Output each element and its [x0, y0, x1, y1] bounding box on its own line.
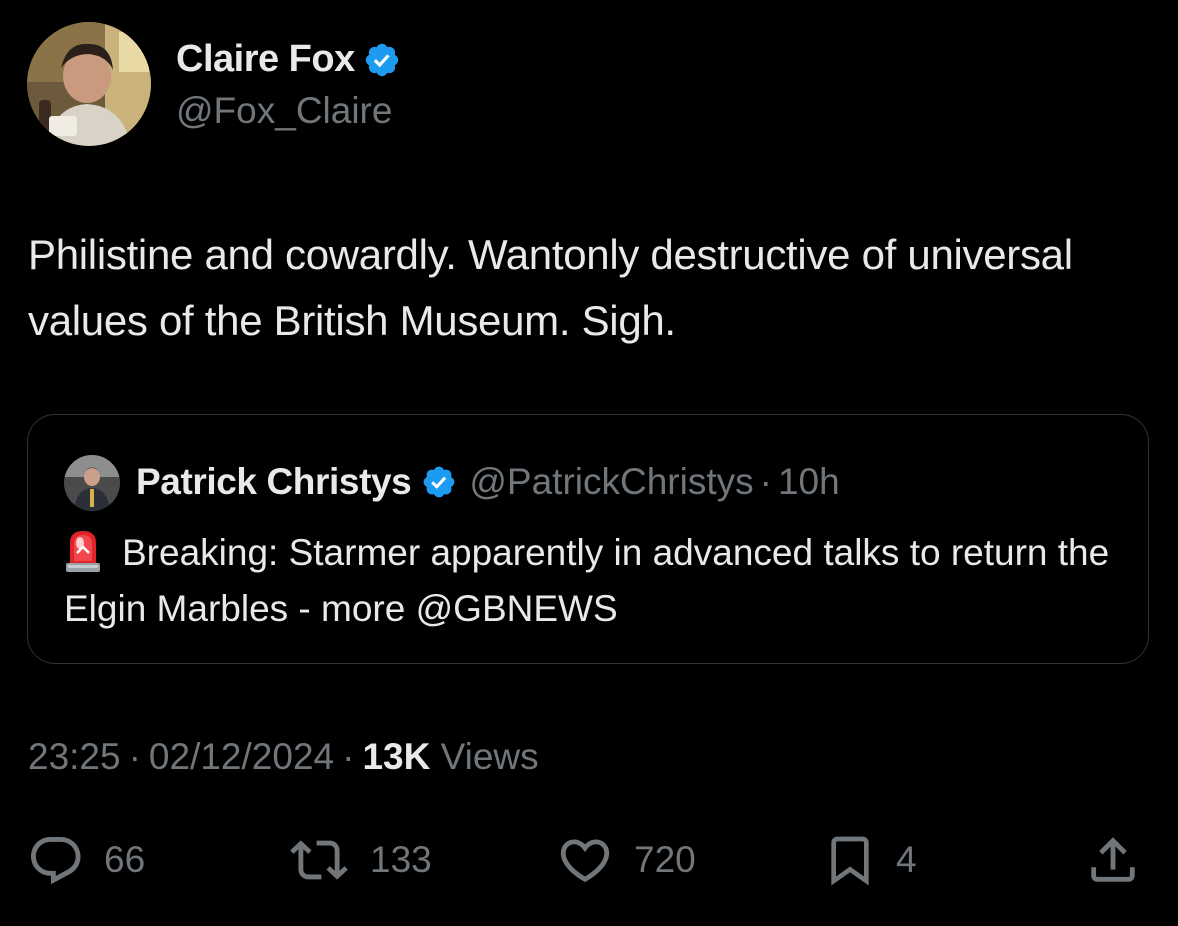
author-avatar[interactable]	[27, 22, 151, 146]
reply-button[interactable]: 66	[28, 828, 145, 892]
quoted-tweet-text: Breaking: Starmer apparently in advanced…	[64, 532, 1110, 629]
like-button[interactable]: 720	[554, 828, 696, 892]
quoted-author-handle[interactable]: @PatrickChristys	[469, 461, 753, 503]
tweet-text: Philistine and cowardly. Wantonly destru…	[28, 231, 1073, 344]
meta-separator: ·	[128, 736, 141, 777]
tweet-meta: 23:25 · 02/12/2024 · 13K Views	[28, 736, 539, 778]
repost-count: 133	[370, 839, 432, 880]
quoted-tweet-card[interactable]: Patrick Christys @PatrickChristys · 10h …	[27, 414, 1149, 664]
share-button[interactable]	[1084, 828, 1142, 892]
views-label[interactable]: Views	[441, 736, 539, 777]
author-name[interactable]: Claire Fox	[176, 38, 355, 81]
bookmark-count: 4	[896, 839, 917, 880]
quoted-tweet-header: Patrick Christys @PatrickChristys · 10h	[136, 457, 840, 507]
verified-badge-icon[interactable]	[363, 41, 401, 79]
quoted-timestamp[interactable]: 10h	[778, 461, 840, 503]
quoted-verified-badge-icon[interactable]	[421, 464, 457, 500]
quoted-author-avatar[interactable]	[64, 455, 120, 511]
author-name-row[interactable]: Claire Fox	[176, 38, 401, 81]
like-count: 720	[634, 839, 696, 880]
reply-count: 66	[104, 839, 146, 880]
repost-icon	[290, 840, 348, 880]
siren-icon	[66, 531, 100, 572]
quoted-separator: ·	[759, 461, 772, 502]
tweet-date[interactable]: 02/12/2024	[149, 736, 334, 777]
reply-icon	[31, 837, 81, 885]
share-icon	[1091, 837, 1135, 882]
author-handle[interactable]: @Fox_Claire	[176, 90, 392, 132]
meta-separator: ·	[342, 736, 355, 777]
tweet-action-bar: 66 133 720 4	[0, 828, 1178, 892]
quoted-tweet-text-block: Breaking: Starmer apparently in advanced…	[64, 525, 1124, 637]
author-avatar-photo	[27, 22, 151, 146]
quoted-author-name[interactable]: Patrick Christys	[136, 461, 412, 503]
bookmark-icon	[831, 836, 869, 886]
bookmark-button[interactable]: 4	[822, 828, 917, 892]
heart-icon	[560, 839, 610, 883]
repost-button[interactable]: 133	[286, 828, 432, 892]
views-count[interactable]: 13K	[362, 736, 430, 777]
quoted-avatar-photo	[64, 455, 120, 511]
tweet-detail: Claire Fox @Fox_Claire Philistine and co…	[0, 0, 1178, 926]
tweet-time[interactable]: 23:25	[28, 736, 121, 777]
